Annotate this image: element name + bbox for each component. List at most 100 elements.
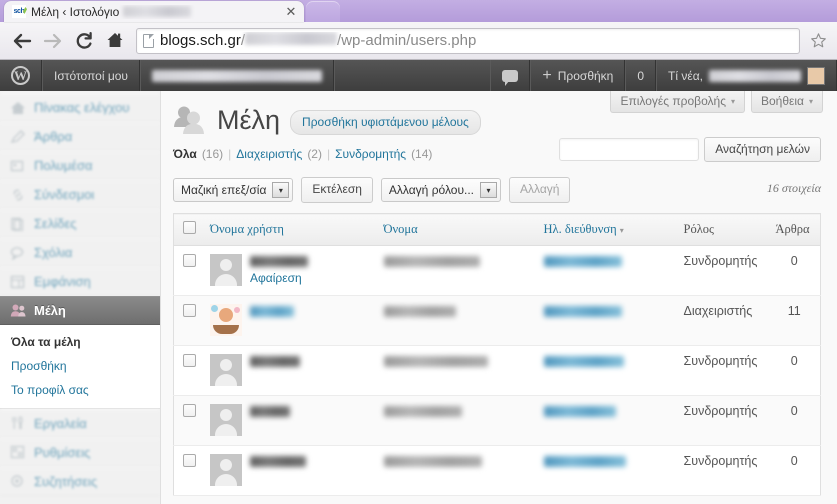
- posts-count-cell: 0: [768, 395, 821, 446]
- sidebar-item-media[interactable]: Πολυμέσα: [0, 151, 160, 180]
- my-sites-menu[interactable]: Ιστότοποί μου: [42, 60, 140, 91]
- username-redacted[interactable]: [250, 356, 300, 367]
- row-checkbox[interactable]: [183, 254, 196, 267]
- howdy-label: Τί νέα,: [668, 68, 703, 83]
- sidebar-item-posts[interactable]: Άρθρα: [0, 122, 160, 151]
- back-icon[interactable]: [8, 27, 36, 55]
- table-row[interactable]: Συνδρομητής 0: [173, 345, 821, 396]
- table-row[interactable]: Συνδρομητής 0: [173, 445, 821, 496]
- chevron-down-icon: ▾: [808, 96, 813, 106]
- my-account-menu[interactable]: Τί νέα,: [656, 60, 837, 91]
- submenu-item-your-profile[interactable]: Το προφίλ σας: [0, 378, 160, 402]
- name-redacted: [383, 256, 480, 268]
- name-cell: [376, 245, 537, 296]
- appearance-icon: [9, 274, 27, 290]
- search-users-button[interactable]: Αναζήτηση μελών: [704, 137, 821, 163]
- filter-separator: |: [228, 147, 232, 161]
- updates-menu[interactable]: 0: [625, 60, 657, 91]
- chevron-down-icon: ▾: [730, 96, 735, 106]
- browser-tabstrip: sch Μέλη ‹ Ιστολόγιο ✕: [0, 0, 837, 22]
- address-bar[interactable]: blogs.sch.gr / /wp-admin/users.php: [136, 27, 800, 54]
- email-redacted[interactable]: [543, 306, 622, 318]
- column-header-email[interactable]: Ηλ. διεύθυνση ▾: [536, 213, 677, 246]
- user-search-form: Αναζήτηση μελών: [559, 137, 821, 163]
- sidebar-item-links[interactable]: Σύνδεσμοι: [0, 180, 160, 209]
- sidebar-item-label: Σελίδες: [34, 216, 77, 231]
- role-change-apply-button[interactable]: Αλλαγή: [509, 177, 571, 203]
- select-all-checkbox[interactable]: [183, 221, 196, 234]
- sidebar-item-pages[interactable]: Σελίδες: [0, 209, 160, 238]
- new-tab-button[interactable]: [306, 1, 340, 22]
- admin-body: Πίνακας ελέγχου Άρθρα Πολυμέσα Σύνδεσμοι…: [0, 91, 837, 504]
- sidebar-item-appearance[interactable]: Εμφάνιση: [0, 267, 160, 296]
- links-icon: [9, 187, 27, 203]
- add-existing-user-button[interactable]: Προσθήκη υφιστάμενου μέλους: [290, 109, 481, 135]
- wp-logo-menu[interactable]: W: [0, 60, 42, 91]
- row-checkbox[interactable]: [183, 304, 196, 317]
- users-submenu: Όλα τα μέλη Προσθήκη Το προφίλ σας: [0, 325, 160, 409]
- posts-count-cell: 0: [768, 345, 821, 396]
- table-row[interactable]: Συνδρομητής 0: [173, 395, 821, 446]
- name-redacted: [383, 406, 462, 418]
- filter-count-administrator: (2): [307, 147, 322, 161]
- browser-tab-active[interactable]: sch Μέλη ‹ Ιστολόγιο ✕: [4, 1, 304, 22]
- username-redacted[interactable]: [250, 406, 290, 417]
- sidebar-item-label: Μέλη: [34, 303, 66, 318]
- url-redacted-segment: [245, 32, 338, 45]
- bulk-action-label: Μαζική επεξ/σία: [181, 183, 267, 197]
- wordpress-logo-icon: W: [11, 66, 30, 85]
- new-content-menu[interactable]: + Προσθήκη: [530, 60, 626, 91]
- home-icon[interactable]: [101, 27, 129, 55]
- close-icon[interactable]: ✕: [284, 4, 298, 20]
- email-redacted[interactable]: [543, 356, 624, 368]
- help-tab[interactable]: Βοήθεια ▾: [751, 91, 823, 113]
- email-redacted[interactable]: [543, 456, 626, 468]
- bulk-apply-button[interactable]: Εκτέλεση: [301, 177, 373, 203]
- role-change-select[interactable]: Αλλαγή ρόλου... ▾: [380, 178, 502, 202]
- page-title: Μέλη: [217, 104, 281, 135]
- filter-link-subscriber[interactable]: Συνδρομητής: [335, 147, 406, 161]
- forward-icon[interactable]: [39, 27, 67, 55]
- sidebar-item-settings[interactable]: Ρυθμίσεις: [0, 437, 160, 467]
- sidebar-item-discussion[interactable]: Συζητήσεις: [0, 466, 160, 496]
- table-row[interactable]: Αφαίρεση Συνδρομητής 0: [173, 245, 821, 296]
- reload-icon[interactable]: [70, 27, 98, 55]
- table-row[interactable]: Διαχειριστής 11: [173, 295, 821, 346]
- username-cell: [203, 345, 377, 396]
- page-document-icon: [143, 33, 154, 48]
- filter-link-all[interactable]: Όλα: [173, 147, 197, 161]
- current-site-menu[interactable]: [140, 60, 334, 91]
- row-checkbox[interactable]: [183, 354, 196, 367]
- screen-options-tab[interactable]: Επιλογές προβολής ▾: [610, 91, 745, 113]
- users-icon: [9, 303, 27, 319]
- column-header-name[interactable]: Όνομα: [376, 213, 537, 246]
- row-checkbox[interactable]: [183, 454, 196, 467]
- sidebar-item-users[interactable]: Μέλη: [0, 296, 172, 325]
- submenu-item-add-new[interactable]: Προσθήκη: [0, 354, 160, 378]
- username-redacted[interactable]: [250, 456, 306, 467]
- bookmark-star-icon[interactable]: [807, 30, 829, 52]
- column-header-username[interactable]: Όνομα χρήστη: [203, 213, 377, 246]
- sidebar-item-dashboard[interactable]: Πίνακας ελέγχου: [0, 93, 160, 122]
- filter-count-all: (16): [201, 147, 224, 161]
- role-change-label: Αλλαγή ρόλου...: [388, 183, 475, 197]
- search-input[interactable]: [559, 138, 700, 162]
- comments-menu[interactable]: [490, 60, 531, 91]
- submenu-item-all-users[interactable]: Όλα τα μέλη: [0, 330, 160, 354]
- email-redacted[interactable]: [543, 406, 616, 418]
- email-redacted[interactable]: [543, 256, 622, 268]
- posts-count-cell: 11: [768, 295, 821, 346]
- email-cell: [536, 445, 677, 496]
- bulk-action-select[interactable]: Μαζική επεξ/σία ▾: [173, 178, 294, 202]
- name-cell: [376, 295, 537, 346]
- row-checkbox[interactable]: [183, 404, 196, 417]
- row-action-remove[interactable]: Αφαίρεση: [250, 271, 308, 285]
- sidebar-item-comments[interactable]: Σχόλια: [0, 238, 160, 267]
- username-redacted[interactable]: [250, 256, 308, 267]
- row-select-cell: [173, 345, 203, 396]
- sidebar-item-tools[interactable]: Εργαλεία: [0, 408, 160, 438]
- sidebar-item-label: Πολυμέσα: [34, 158, 93, 173]
- username-redacted[interactable]: [250, 306, 294, 317]
- filter-link-administrator[interactable]: Διαχειριστής: [236, 147, 302, 161]
- tab-title-text: Μέλη ‹ Ιστολόγιο: [31, 4, 120, 19]
